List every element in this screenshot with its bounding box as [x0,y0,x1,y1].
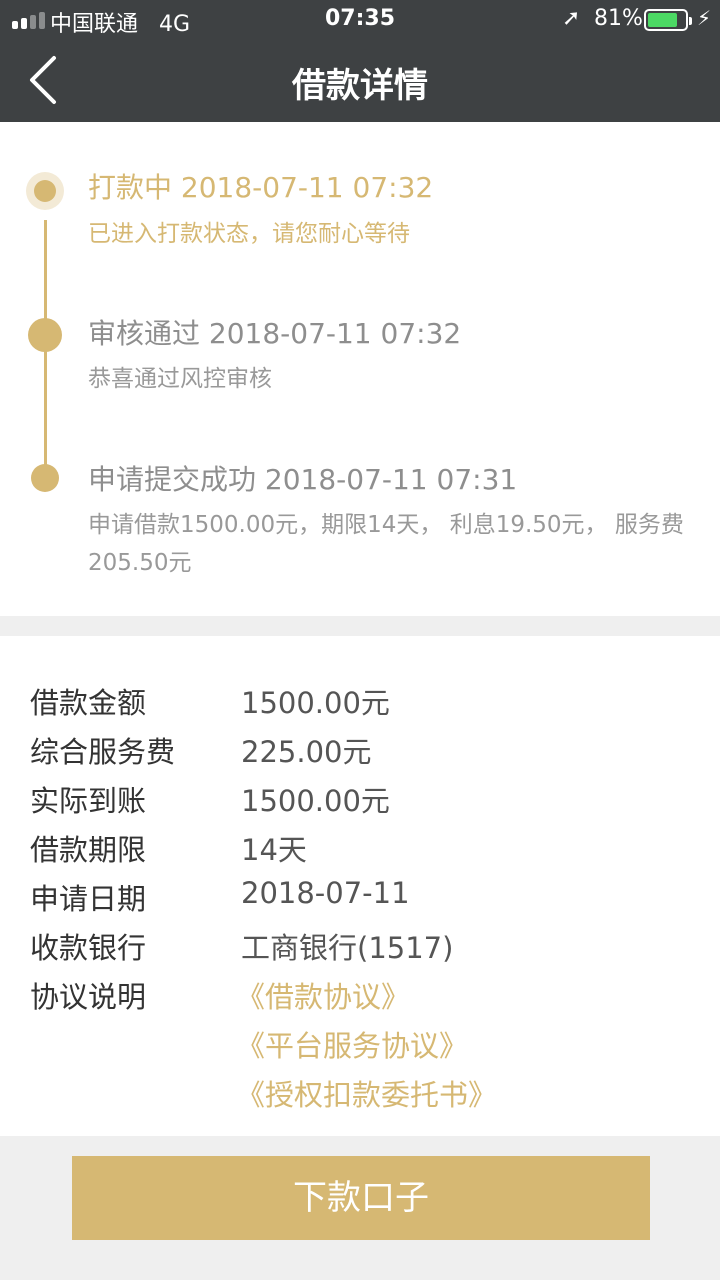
detail-value: 225.00元 [241,735,372,769]
detail-value: 2018-07-11 [241,876,410,910]
timeline-step-desc: 申请借款1500.00元，期限14天， 利息19.50元， 服务费205.50元 [88,512,684,576]
detail-label: 收款银行 [30,931,147,965]
detail-row-agreements: 协议说明 《借款协议》 [0,974,720,1023]
loan-progress-timeline: 打款中 2018-07-11 07:32 已进入打款状态，请您耐心等待 审核通过… [0,122,720,616]
detail-label: 申请日期 [30,882,147,916]
agreement-link-platform-service[interactable]: 《平台服务协议》 [236,1023,468,1065]
detail-value: 14天 [241,833,307,867]
header-bar: 中国联通 4G 07:35 ➚ 81% ⚡ 借款详情 [0,0,720,122]
detail-value: 工商银行(1517) [241,931,454,965]
page-title: 借款详情 [292,66,428,106]
bolt-icon: ⚡ [697,6,712,30]
timeline-dot [28,318,62,352]
detail-label: 实际到账 [30,784,147,818]
agreement-row: 《平台服务协议》 [0,1023,720,1072]
detail-label: 借款期限 [30,833,147,867]
detail-value: 1500.00元 [241,686,390,720]
detail-label: 综合服务费 [30,735,176,769]
timeline-step-title: 审核通过 2018-07-11 07:32 [88,317,462,350]
detail-row-amount: 借款金额 1500.00元 [0,680,720,729]
timeline-step-title: 申请提交成功 2018-07-11 07:31 [88,463,518,496]
location-arrow-icon: ➚ [562,6,581,31]
detail-value: 1500.00元 [241,784,390,818]
battery-icon [644,9,692,31]
agreement-link-debit-authorization[interactable]: 《授权扣款委托书》 [236,1072,497,1114]
timeline-step-desc: 已进入打款状态，请您耐心等待 [88,221,410,247]
cta-button[interactable]: 下款口子 [72,1156,650,1240]
detail-row-received: 实际到账 1500.00元 [0,778,720,827]
detail-label: 借款金额 [30,686,147,720]
timeline-dot [31,464,59,492]
detail-label: 协议说明 [30,980,147,1014]
agreement-link-loan[interactable]: 《借款协议》 [236,974,410,1016]
detail-row-term: 借款期限 14天 [0,827,720,876]
loan-details: 借款金额 1500.00元 综合服务费 225.00元 实际到账 1500.00… [0,636,720,1136]
timeline-step-desc: 恭喜通过风控审核 [88,366,272,392]
detail-row-bank: 收款银行 工商银行(1517) [0,925,720,974]
status-bar: 中国联通 4G 07:35 ➚ 81% ⚡ [0,0,720,40]
timeline-step-title: 打款中 2018-07-11 07:32 [88,171,434,204]
agreement-row: 《授权扣款委托书》 [0,1072,720,1121]
timeline-dot-active [26,172,64,210]
battery-percent: 81% [594,6,643,31]
detail-row-date: 申请日期 2018-07-11 [0,876,720,925]
detail-row-service-fee: 综合服务费 225.00元 [0,729,720,778]
